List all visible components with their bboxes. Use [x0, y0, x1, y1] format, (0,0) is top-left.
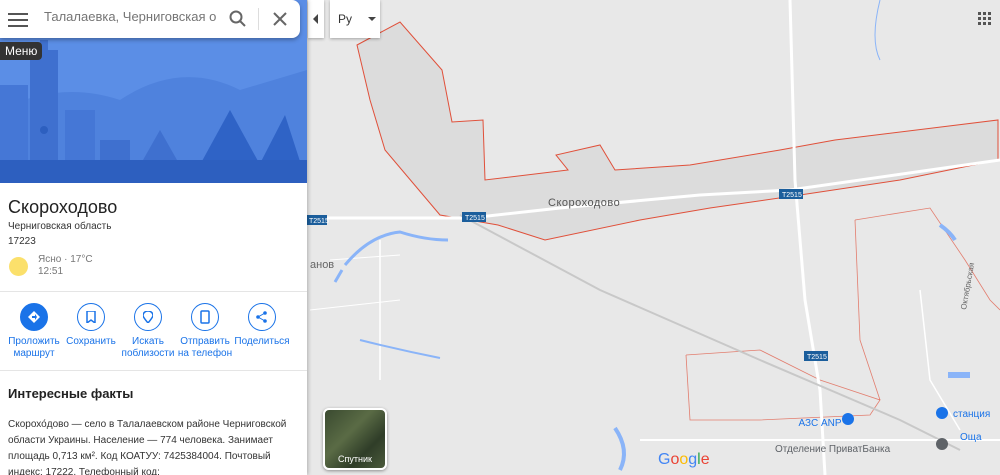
bank-label[interactable]: Отделение ПриватБанка — [775, 444, 891, 455]
place-label: анов — [310, 259, 334, 271]
send-to-phone-button[interactable]: Отправить на телефон — [175, 303, 235, 360]
satellite-label: Спутник — [338, 454, 372, 464]
collapse-panel-button[interactable] — [308, 0, 324, 38]
chevron-down-icon — [368, 17, 376, 21]
send-to-phone-label: Отправить на телефон — [177, 336, 233, 359]
svg-text:Т2515: Т2515 — [807, 354, 827, 361]
village-label[interactable]: Скороходово — [548, 197, 620, 209]
chevron-left-icon — [313, 14, 318, 24]
satellite-toggle[interactable]: Спутник — [323, 408, 387, 470]
language-selector[interactable]: Ру — [330, 0, 380, 38]
weather-text: Ясно · 17°C — [38, 254, 93, 265]
search-input[interactable] — [44, 9, 216, 24]
train-station-icon[interactable] — [936, 407, 948, 419]
save-label: Сохранить — [66, 336, 116, 347]
gas-station-icon[interactable] — [842, 413, 854, 425]
place-title: Скороходово — [8, 197, 118, 217]
gas-station-label[interactable]: АЗС ANP — [798, 418, 841, 429]
train-station-label[interactable]: станция — [953, 409, 990, 420]
search-icon[interactable] — [228, 9, 248, 29]
nearby-label: Искать поблизости — [121, 336, 175, 359]
divider — [258, 8, 259, 30]
menu-tooltip: Меню — [0, 42, 43, 60]
place-region: Черниговская область — [8, 221, 112, 232]
svg-text:Т2515: Т2515 — [465, 215, 485, 222]
language-label: Ру — [338, 12, 353, 26]
phone-icon — [191, 303, 219, 331]
svg-text:Т2515: Т2515 — [309, 218, 329, 225]
bank-icon[interactable] — [936, 438, 948, 450]
directions-icon — [20, 303, 48, 331]
road-badge: Т2515 — [779, 189, 803, 199]
search-box — [0, 0, 300, 38]
place-panel: Скороходово Черниговская область 17223 Я… — [0, 0, 307, 475]
google-logo: Google — [658, 451, 710, 468]
sun-icon — [9, 257, 28, 276]
divider — [0, 370, 307, 371]
facts-text: Скорохо́дово — село в Талалаевском район… — [8, 419, 287, 475]
close-icon[interactable] — [270, 9, 290, 29]
weather-time: 12:51 — [38, 266, 64, 277]
road-badge: Т2515 — [462, 212, 486, 222]
nearby-pin-icon — [134, 303, 162, 331]
svg-text:Т2515: Т2515 — [782, 192, 802, 199]
bookmark-icon — [77, 303, 105, 331]
road-badge: Т2515 — [804, 351, 828, 361]
directions-label: Проложить маршрут — [8, 336, 60, 359]
share-icon — [248, 303, 276, 331]
facts-title: Интересные факты — [8, 386, 134, 401]
nearby-button[interactable]: Искать поблизости — [118, 303, 178, 360]
apps-grid-icon[interactable] — [978, 12, 992, 26]
share-button[interactable]: Поделиться — [232, 303, 292, 348]
divider — [0, 291, 307, 292]
menu-button[interactable] — [8, 9, 28, 29]
share-label: Поделиться — [234, 336, 290, 347]
place-postcode: 17223 — [8, 236, 36, 247]
pond — [948, 372, 970, 378]
save-button[interactable]: Сохранить — [61, 303, 121, 348]
road-badge: Т2515 — [307, 215, 329, 225]
osh-label[interactable]: Оща — [960, 432, 982, 443]
directions-button[interactable]: Проложить маршрут — [4, 303, 64, 360]
